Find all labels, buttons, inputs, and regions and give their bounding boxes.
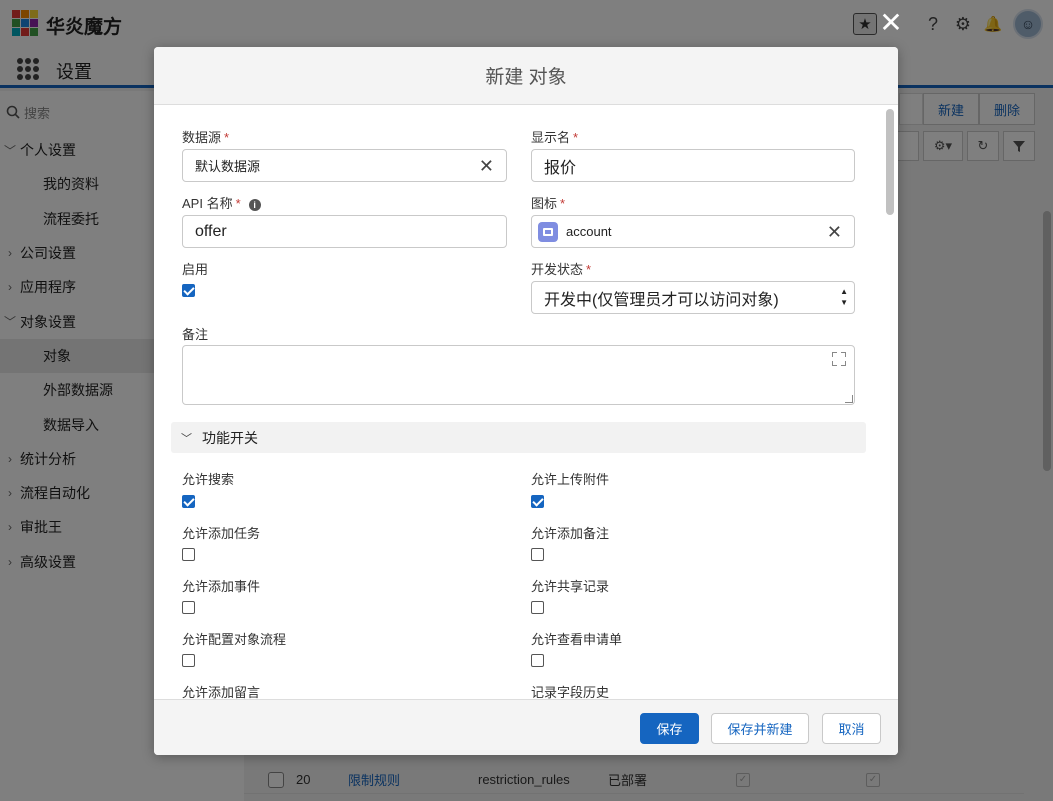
api-name-label: API 名称 * i (182, 193, 261, 212)
datasource-label-text: 数据源 (182, 130, 222, 145)
allow-notes-checkbox[interactable] (531, 548, 544, 561)
enabled-label: 启用 (182, 262, 209, 277)
switch-label: 允许添加任务 (182, 526, 261, 541)
display-name-label: 显示名 * (531, 127, 578, 146)
required-mark: * (224, 130, 230, 145)
save-and-new-button[interactable]: 保存并新建 (711, 713, 809, 744)
dev-status-value: 开发中(仅管理员才可以访问对象) (544, 291, 779, 309)
switch-label: 允许共享记录 (531, 579, 610, 594)
expand-icon[interactable] (832, 352, 846, 366)
switch-label: 允许添加事件 (182, 579, 261, 594)
switch-label: 允许添加留言 (182, 685, 261, 699)
cancel-button[interactable]: 取消 (822, 713, 881, 744)
dialog-header: 新建 对象 (154, 47, 898, 105)
required-mark: * (560, 196, 566, 211)
select-arrows-icon: ▲ ▼ (840, 287, 848, 307)
switch-label: 允许配置对象流程 (182, 632, 287, 647)
api-name-input[interactable]: offer (182, 215, 507, 248)
switch-label: 允许添加备注 (531, 526, 610, 541)
allow-events-checkbox[interactable] (182, 601, 195, 614)
close-icon[interactable]: ✕ (878, 9, 904, 37)
switch-label: 允许查看申请单 (531, 632, 623, 647)
switch-label: 记录字段历史 (531, 685, 610, 699)
icon-label-text: 图标 (531, 196, 558, 211)
dev-status-label-text: 开发状态 (531, 262, 584, 277)
allow-view-requests-checkbox[interactable] (531, 654, 544, 667)
account-icon (538, 221, 558, 242)
datasource-field[interactable]: 默认数据源 ✕ (182, 149, 507, 182)
icon-label: 图标 * (531, 193, 565, 212)
allow-search-checkbox[interactable] (182, 495, 195, 508)
switch-label: 允许搜索 (182, 472, 235, 487)
allow-tasks-checkbox[interactable] (182, 548, 195, 561)
datasource-label: 数据源 * (182, 127, 229, 146)
feature-switches-section[interactable]: ﹀ 功能开关 (171, 422, 866, 453)
dialog-footer: 保存 保存并新建 取消 (154, 699, 898, 755)
allow-object-workflow-checkbox[interactable] (182, 654, 195, 667)
allow-attachments-checkbox[interactable] (531, 495, 544, 508)
allow-sharing-checkbox[interactable] (531, 601, 544, 614)
info-icon[interactable]: i (248, 199, 261, 211)
display-name-value: 报价 (544, 159, 577, 177)
clear-icon[interactable]: ✕ (479, 156, 494, 177)
dev-status-label: 开发状态 * (531, 259, 591, 278)
notes-label: 备注 (182, 327, 209, 342)
enabled-checkbox[interactable] (182, 284, 195, 297)
dialog-title: 新建 对象 (485, 67, 567, 88)
dev-status-select[interactable]: 开发中(仅管理员才可以访问对象) ▲ ▼ (531, 281, 855, 314)
resize-handle[interactable] (845, 395, 853, 403)
display-name-label-text: 显示名 (531, 130, 571, 145)
switch-label: 允许上传附件 (531, 472, 610, 487)
new-object-dialog: 新建 对象 数据源 * 默认数据源 ✕ 显示名 * 报价 API 名称 * i offe… (154, 47, 898, 755)
save-button[interactable]: 保存 (640, 713, 699, 744)
notes-textarea[interactable] (182, 345, 855, 405)
icon-lookup-field[interactable]: account ✕ (531, 215, 855, 248)
required-mark: * (573, 130, 579, 145)
dialog-body: 数据源 * 默认数据源 ✕ 显示名 * 报价 API 名称 * i offer 图标 * … (154, 105, 898, 699)
required-mark: * (586, 262, 592, 277)
clear-icon[interactable]: ✕ (827, 222, 842, 243)
api-name-label-text: API 名称 (182, 196, 233, 211)
section-title: 功能开关 (202, 429, 258, 446)
chevron-down-icon: ﹀ (181, 432, 192, 445)
api-name-value: offer (195, 222, 227, 240)
display-name-input[interactable]: 报价 (531, 149, 855, 182)
dialog-scrollbar[interactable] (886, 109, 894, 215)
icon-value: account (566, 224, 612, 239)
required-mark: * (235, 196, 241, 211)
datasource-value: 默认数据源 (195, 159, 261, 174)
